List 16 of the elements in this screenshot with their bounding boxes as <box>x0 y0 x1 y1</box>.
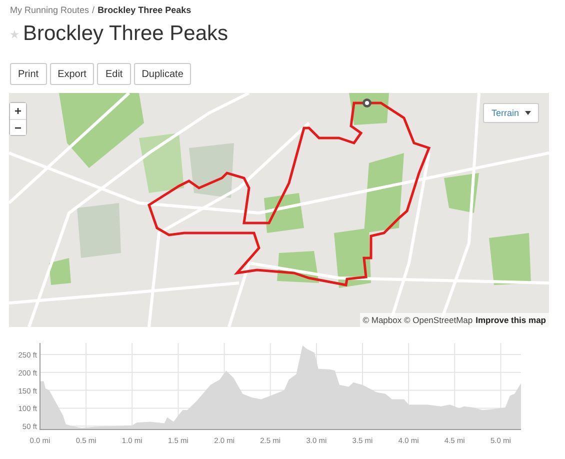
toolbar-button[interactable]: Export <box>50 63 94 85</box>
breadcrumb-link[interactable]: My Running Routes <box>10 5 90 15</box>
star-icon[interactable] <box>10 30 19 38</box>
caret-icon <box>525 111 531 115</box>
toolbar-button[interactable]: Duplicate <box>134 63 192 85</box>
layer-dropdown[interactable]: Terrain <box>483 103 539 123</box>
zoom-out-button[interactable]: − <box>10 119 26 135</box>
page-title: Brockley Three Peaks <box>23 22 228 46</box>
breadcrumb-separator: / <box>92 5 95 15</box>
improve-map-link[interactable]: Improve this map <box>476 315 546 325</box>
toolbar-button[interactable]: Edit <box>97 63 131 85</box>
toolbar-button[interactable]: Print <box>10 63 47 85</box>
attribution-text: © Mapbox © OpenStreetMap <box>362 315 473 325</box>
breadcrumb-current: Brockley Three Peaks <box>98 5 192 15</box>
finish-marker-icon <box>362 98 372 108</box>
map-drawing[interactable] <box>9 93 549 327</box>
